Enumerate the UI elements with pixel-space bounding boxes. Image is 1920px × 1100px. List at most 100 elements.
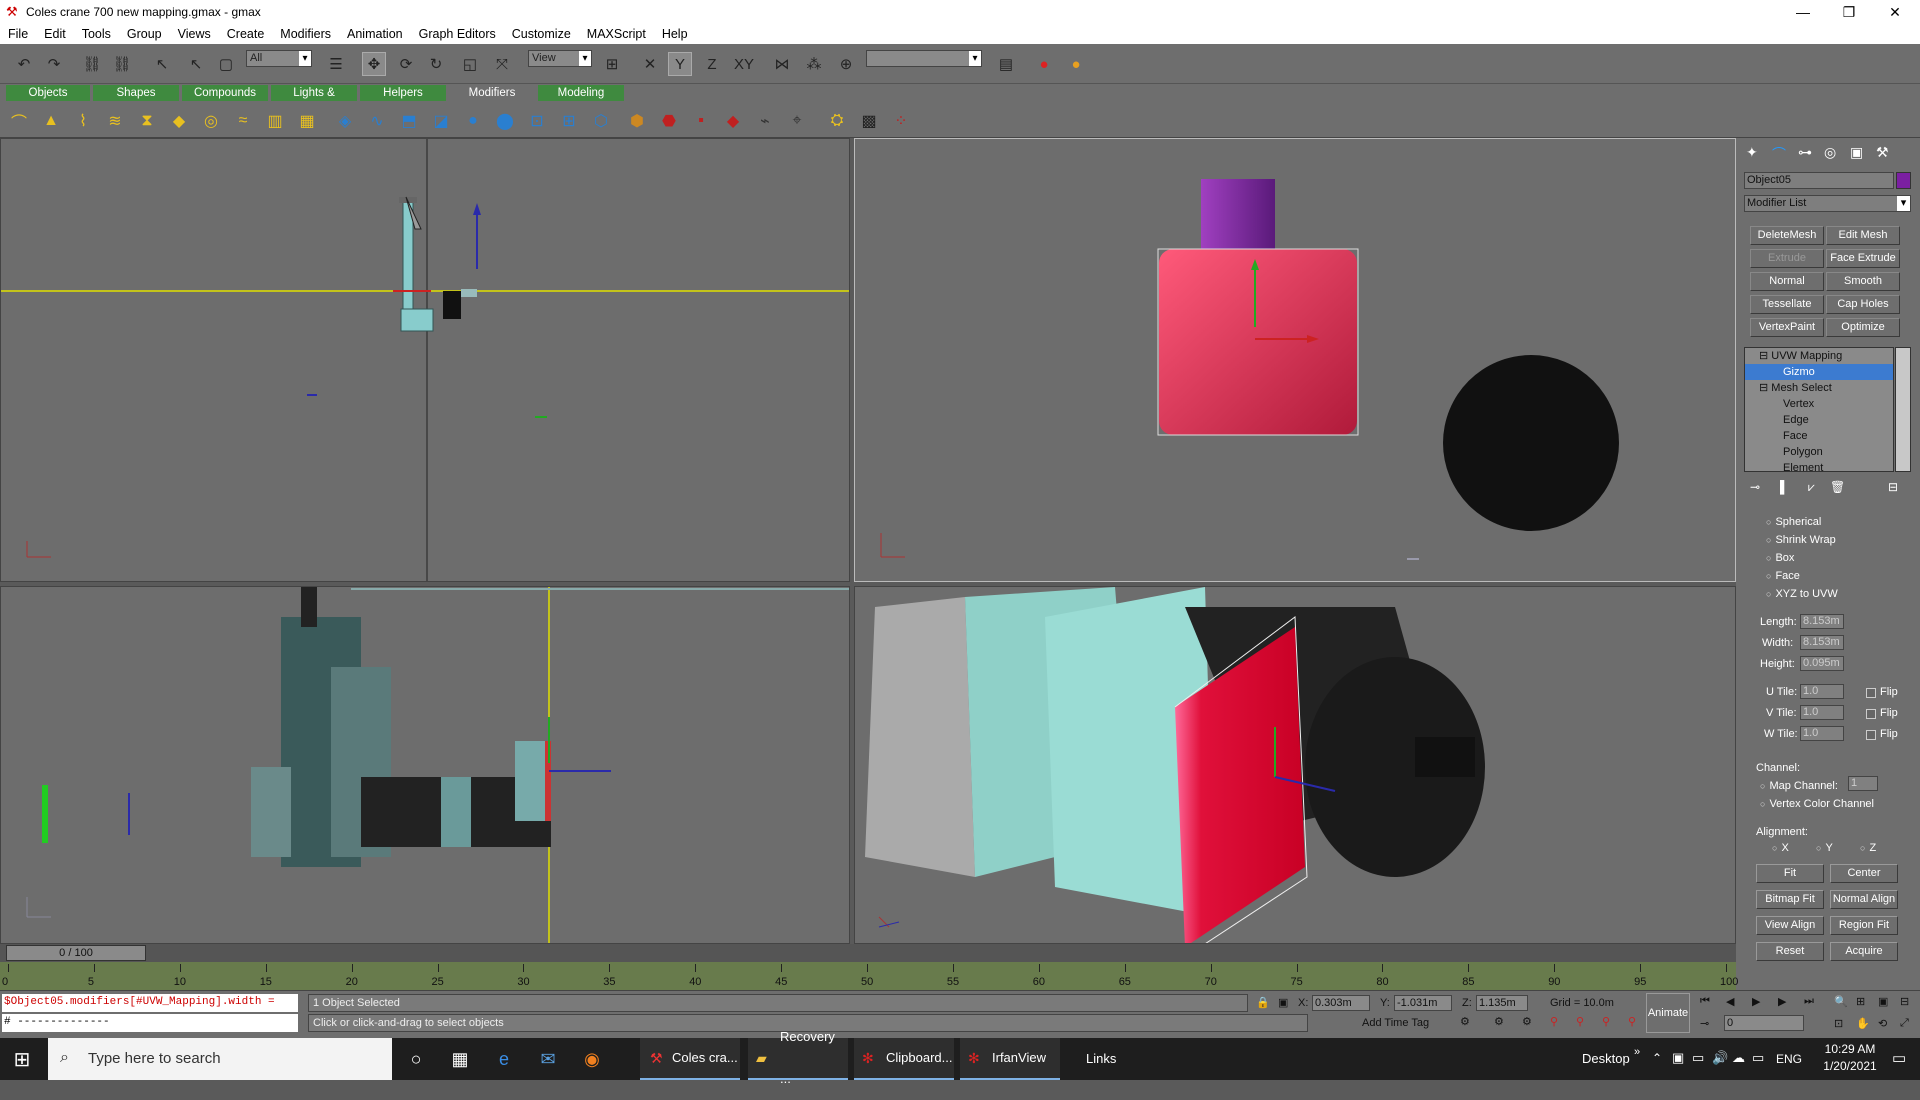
checker-icon[interactable]: ▩: [856, 108, 882, 134]
z-coord-field[interactable]: 1.135m: [1476, 995, 1528, 1011]
select-rotate-icon[interactable]: ⟳: [394, 52, 418, 76]
key-tangent-icon[interactable]: ⚲: [1576, 1015, 1584, 1028]
volume-icon[interactable]: 🔊: [1712, 1050, 1728, 1066]
stack-item-face[interactable]: Face: [1745, 428, 1893, 444]
stack-item-element[interactable]: Element: [1745, 460, 1893, 471]
clock-time[interactable]: 10:29 AM: [1820, 1042, 1880, 1056]
align-z-radio[interactable]: Z: [1860, 842, 1876, 854]
battery-icon[interactable]: ▭: [1752, 1050, 1764, 1066]
reset-button[interactable]: Reset: [1756, 942, 1824, 961]
tab-modifiers[interactable]: Modifiers: [449, 85, 535, 101]
map-shrink-wrap-radio[interactable]: Shrink Wrap: [1766, 534, 1835, 546]
restrict-z-button[interactable]: Z: [700, 52, 724, 76]
view-align-button[interactable]: View Align: [1756, 916, 1824, 935]
menu-help[interactable]: Help: [654, 27, 696, 41]
pin-stack-icon[interactable]: ⊸: [1750, 480, 1760, 494]
tab-shapes[interactable]: Shapes: [93, 85, 179, 101]
menu-customize[interactable]: Customize: [504, 27, 579, 41]
unlink-icon[interactable]: ⛓: [110, 52, 134, 76]
smooth-button[interactable]: Smooth: [1826, 272, 1900, 291]
stack-item-mesh-select[interactable]: ⊟ Mesh Select: [1745, 380, 1893, 396]
map-xyz-to-uvw-radio[interactable]: XYZ to UVW: [1766, 588, 1837, 600]
optimize-button[interactable]: Optimize: [1826, 318, 1900, 337]
key-mode-icon[interactable]: ⚙: [1522, 1015, 1532, 1028]
tab-objects[interactable]: Objects: [6, 85, 90, 101]
maximize-viewport-icon[interactable]: ⤢: [1900, 1017, 1909, 1030]
restrict-xy-button[interactable]: XY: [732, 52, 756, 76]
clock-date[interactable]: 1/20/2021: [1820, 1059, 1880, 1073]
menu-maxscript[interactable]: MAXScript: [579, 27, 654, 41]
motion-tab-icon[interactable]: ◎: [1824, 144, 1836, 161]
material-icon[interactable]: ▪: [688, 108, 714, 134]
stack-scrollbar[interactable]: [1895, 347, 1911, 472]
viewport-perspective[interactable]: [854, 586, 1736, 944]
vtile-spinner[interactable]: 1.0: [1800, 705, 1844, 720]
align-x-radio[interactable]: X: [1772, 842, 1788, 854]
redo-icon[interactable]: ↷: [42, 52, 66, 76]
mirror-icon[interactable]: ⋈: [770, 52, 794, 76]
play-icon[interactable]: ▶: [1752, 995, 1760, 1008]
render-icon[interactable]: ●: [1032, 52, 1056, 76]
height-spinner[interactable]: 0.095m: [1800, 656, 1844, 671]
stack-item-gizmo[interactable]: Gizmo: [1745, 364, 1893, 380]
tab-lights-cameras[interactable]: Lights & Cameras: [271, 85, 357, 115]
squeeze-icon[interactable]: ◆: [166, 108, 192, 134]
hierarchy-tab-icon[interactable]: ⊶: [1798, 144, 1812, 161]
scale-icon[interactable]: ◱: [458, 52, 482, 76]
cortana-icon[interactable]: ○: [396, 1038, 436, 1080]
tab-compounds[interactable]: Compounds: [182, 85, 268, 101]
utilities-tab-icon[interactable]: ⚒: [1876, 144, 1889, 161]
select-icon[interactable]: ↖: [184, 52, 208, 76]
bind-space-warp-icon[interactable]: ↖: [150, 52, 174, 76]
ripple-icon[interactable]: ◎: [198, 108, 224, 134]
sphere-icon[interactable]: ●: [460, 108, 486, 134]
taskbar-links[interactable]: Links: [1086, 1038, 1116, 1080]
absolute-mode-icon[interactable]: ▣: [1278, 996, 1288, 1009]
uflip-checkbox[interactable]: [1866, 688, 1876, 698]
skew-icon[interactable]: ▥: [262, 108, 288, 134]
mail-icon[interactable]: ✉: [528, 1038, 568, 1080]
viewport-top-right[interactable]: [854, 138, 1736, 582]
menu-animation[interactable]: Animation: [339, 27, 411, 41]
center-button[interactable]: Center: [1830, 864, 1898, 883]
wave-icon[interactable]: ≈: [230, 108, 256, 134]
wtile-spinner[interactable]: 1.0: [1800, 726, 1844, 741]
tray-expand-icon[interactable]: ⌃: [1652, 1051, 1662, 1065]
normal-align-button[interactable]: Normal Align: [1830, 890, 1898, 909]
menu-edit[interactable]: Edit: [36, 27, 74, 41]
auto-key-icon[interactable]: ⚲: [1550, 1015, 1558, 1028]
arc-rotate-icon[interactable]: ⟲: [1878, 1017, 1887, 1030]
select-move-icon[interactable]: ✥: [362, 52, 386, 76]
prev-frame-icon[interactable]: ◀: [1726, 995, 1734, 1008]
tab-helpers[interactable]: Helpers: [360, 85, 446, 101]
width-spinner[interactable]: 8.153m: [1800, 635, 1844, 650]
create-tab-icon[interactable]: ✦: [1746, 144, 1758, 161]
lock-selection-icon[interactable]: 🔒: [1256, 996, 1270, 1009]
cap-icon[interactable]: ⛭: [824, 108, 850, 134]
stack-item-vertex[interactable]: Vertex: [1745, 396, 1893, 412]
viewport-top-left[interactable]: [0, 138, 850, 582]
map-face-radio[interactable]: Face: [1766, 570, 1799, 582]
firefox-icon[interactable]: ◉: [572, 1038, 612, 1080]
close-button[interactable]: ✕: [1872, 0, 1918, 24]
add-time-tag[interactable]: Add Time Tag: [1362, 1017, 1429, 1029]
time-slider[interactable]: 0 / 100: [6, 945, 146, 961]
taskbar-desktop[interactable]: Desktop: [1582, 1038, 1630, 1080]
map-box-radio[interactable]: Box: [1766, 552, 1794, 564]
remove-modifier-icon[interactable]: 🗑: [1830, 480, 1845, 494]
key-filter-icon[interactable]: ⚙: [1494, 1015, 1504, 1028]
extrude-button[interactable]: Extrude: [1750, 249, 1824, 268]
goto-end-icon[interactable]: ⏭: [1804, 995, 1814, 1008]
store-icon[interactable]: ▦: [440, 1038, 480, 1080]
wflip-checkbox[interactable]: [1866, 730, 1876, 740]
reference-coord-dropdown[interactable]: View: [528, 50, 592, 67]
make-unique-icon[interactable]: ⩗: [1808, 480, 1815, 495]
lattice-icon[interactable]: ▦: [294, 108, 320, 134]
menu-modifiers[interactable]: Modifiers: [272, 27, 339, 41]
rotate-icon[interactable]: ↻: [424, 52, 448, 76]
set-key-icon[interactable]: ⚙: [1460, 1015, 1470, 1028]
vertexpaint-button[interactable]: VertexPaint: [1750, 318, 1824, 337]
tessellate-button[interactable]: Tessellate: [1750, 295, 1824, 314]
map-channel-radio[interactable]: Map Channel:: [1760, 780, 1838, 792]
network-icon[interactable]: ▭: [1692, 1050, 1704, 1066]
